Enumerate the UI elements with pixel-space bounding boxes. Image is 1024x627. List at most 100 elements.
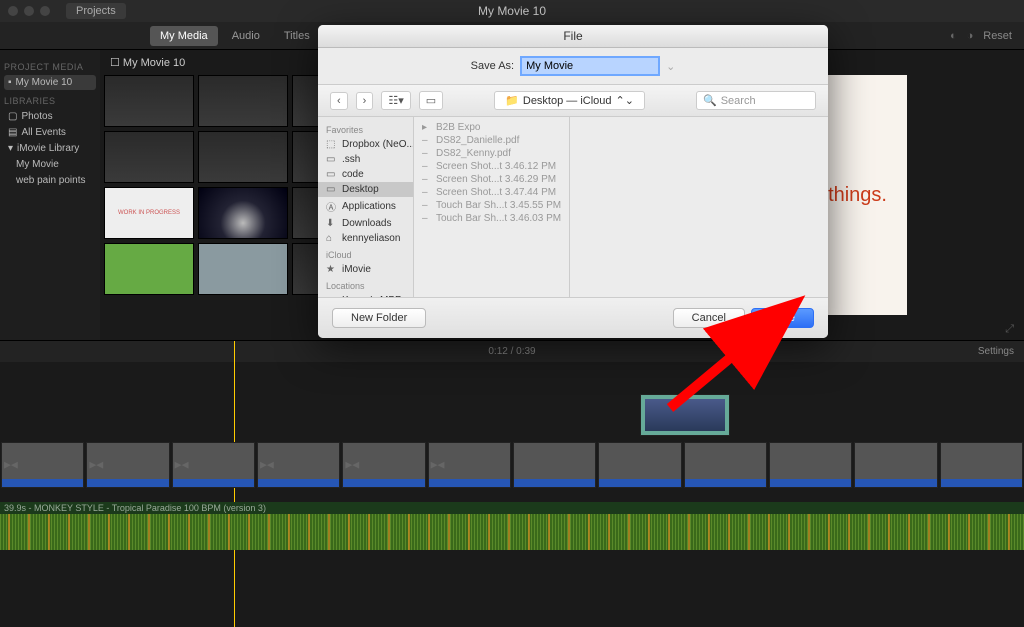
window-title: My Movie 10 xyxy=(478,4,546,18)
timeline-clip[interactable] xyxy=(598,442,681,488)
file-item[interactable]: –DS82_Danielle.pdf xyxy=(414,134,569,147)
transition-icon[interactable]: ▶◀ xyxy=(260,460,274,471)
sidebar-web-pain-points[interactable]: web pain points xyxy=(4,173,96,188)
project-icon: ▪ xyxy=(8,77,12,88)
video-track: ▶◀ ▶◀ ▶◀ ▶◀ ▶◀ ▶◀ xyxy=(0,442,1024,488)
file-item[interactable]: –Screen Shot...t 3.47.44 PM xyxy=(414,186,569,199)
sidebar-home[interactable]: ⌂kennyeliason xyxy=(318,231,413,246)
sidebar-photos[interactable]: ▢Photos xyxy=(4,109,96,124)
folder-icon: ▭ xyxy=(326,169,338,180)
transition-icon[interactable]: ▶◀ xyxy=(175,460,189,471)
new-folder-button[interactable]: New Folder xyxy=(332,308,426,328)
view-mode-button[interactable]: ☷▾ xyxy=(381,91,410,110)
home-icon: ⌂ xyxy=(326,233,338,244)
dialog-sidebar: Favorites ⬚Dropbox (NeO... ▭.ssh ▭code ▭… xyxy=(318,117,414,297)
nav-back-button[interactable]: ‹ xyxy=(330,92,348,110)
timeline-clip[interactable] xyxy=(513,442,596,488)
save-as-label: Save As: xyxy=(471,60,514,72)
clip-thumbnail[interactable] xyxy=(198,75,288,127)
playhead-line[interactable] xyxy=(234,362,235,627)
image-icon: – xyxy=(422,161,432,172)
folder-icon: 📁 xyxy=(505,94,519,107)
clip-thumbnail[interactable] xyxy=(198,243,288,295)
reset-button[interactable]: Reset xyxy=(983,30,1012,42)
dialog-title: File xyxy=(318,25,828,48)
timeline-clip[interactable]: ▶◀ xyxy=(428,442,511,488)
image-icon: – xyxy=(422,213,432,224)
libraries-header: LIBRARIES xyxy=(4,96,96,106)
clip-thumbnail[interactable] xyxy=(104,75,194,127)
file-item[interactable]: –Touch Bar Sh...t 3.46.03 PM xyxy=(414,212,569,225)
timeline-clip[interactable]: ▶◀ xyxy=(342,442,425,488)
clip-thumbnail[interactable] xyxy=(104,243,194,295)
sidebar-icloud-imovie[interactable]: ★iMovie xyxy=(318,262,413,277)
audio-clip-label: 39.9s - MONKEY STYLE - Tropical Paradise… xyxy=(0,502,1024,514)
sidebar-applications[interactable]: ⒶApplications xyxy=(318,197,413,216)
clip-thumbnail[interactable] xyxy=(198,187,288,239)
overlay-clip[interactable] xyxy=(640,394,730,436)
sidebar-imovie-library[interactable]: ▾ iMovie Library xyxy=(4,141,96,156)
transition-icon[interactable]: ▶◀ xyxy=(89,460,103,471)
timeline-clip[interactable] xyxy=(684,442,767,488)
timeline-settings[interactable]: Settings xyxy=(978,346,1014,357)
dialog-search[interactable]: 🔍Search xyxy=(696,91,816,110)
timeline-clip[interactable]: ▶◀ xyxy=(86,442,169,488)
color-icon[interactable]: ◑ xyxy=(967,30,974,42)
nav-fwd-button[interactable]: › xyxy=(356,92,374,110)
file-item[interactable]: –Touch Bar Sh...t 3.45.55 PM xyxy=(414,199,569,212)
cancel-button[interactable]: Cancel xyxy=(673,308,745,328)
file-item[interactable]: –Screen Shot...t 3.46.29 PM xyxy=(414,173,569,186)
desktop-icon: ▭ xyxy=(326,184,338,195)
sidebar-code[interactable]: ▭code xyxy=(318,167,413,182)
sidebar-my-movie[interactable]: My Movie xyxy=(4,157,96,172)
transition-icon[interactable]: ▶◀ xyxy=(431,460,445,471)
audio-track[interactable]: 39.9s - MONKEY STYLE - Tropical Paradise… xyxy=(0,502,1024,550)
projects-back-button[interactable]: Projects xyxy=(66,3,126,19)
playhead[interactable] xyxy=(234,341,235,362)
group-button[interactable]: ▭ xyxy=(419,91,443,110)
clip-thumbnail[interactable] xyxy=(104,131,194,183)
file-item[interactable]: –DS82_Kenny.pdf xyxy=(414,147,569,160)
save-dialog: File Save As: ⌄ ‹ › ☷▾ ▭ 📁Desktop — iClo… xyxy=(318,25,828,338)
sidebar-project[interactable]: ▪My Movie 10 xyxy=(4,75,96,90)
timeline-clip[interactable]: ▶◀ xyxy=(257,442,340,488)
sidebar-dropbox[interactable]: ⬚Dropbox (NeO... xyxy=(318,137,413,152)
location-popup[interactable]: 📁Desktop — iCloud ⌃⌄ xyxy=(494,91,645,110)
clip-thumbnail[interactable]: WORK IN PROGRESS xyxy=(104,187,194,239)
timeline[interactable]: ▶◀ ▶◀ ▶◀ ▶◀ ▶◀ ▶◀ 39.9s - MONKEY STYLE -… xyxy=(0,362,1024,627)
filename-input[interactable] xyxy=(520,56,660,76)
adjust-icon[interactable]: ◐ xyxy=(950,30,957,42)
image-icon: – xyxy=(422,174,432,185)
titlebar: Projects My Movie 10 xyxy=(0,0,1024,22)
sidebar-mbp[interactable]: ▭Kenny's MBP xyxy=(318,293,413,297)
timeline-clip[interactable] xyxy=(854,442,937,488)
transition-icon[interactable]: ▶◀ xyxy=(345,460,359,471)
timeline-clip[interactable] xyxy=(769,442,852,488)
sidebar-downloads[interactable]: ⬇Downloads xyxy=(318,216,413,231)
save-button[interactable]: Save xyxy=(751,308,814,328)
file-item[interactable]: ▸B2B Expo xyxy=(414,121,569,134)
search-icon: 🔍 xyxy=(703,94,717,107)
folder-icon: ▸ xyxy=(422,122,432,133)
clip-thumbnail[interactable] xyxy=(198,131,288,183)
sidebar-desktop[interactable]: ▭Desktop xyxy=(318,182,413,197)
tab-audio[interactable]: Audio xyxy=(222,26,270,46)
file-icon: – xyxy=(422,135,432,146)
timeline-clip[interactable]: ▶◀ xyxy=(172,442,255,488)
tab-titles[interactable]: Titles xyxy=(274,26,320,46)
audio-waveform[interactable] xyxy=(0,514,1024,550)
transition-icon[interactable]: ▶◀ xyxy=(4,460,18,471)
window-controls[interactable] xyxy=(8,6,50,16)
locations-header: Locations xyxy=(318,277,413,293)
expand-dialog-icon[interactable]: ⌄ xyxy=(666,60,675,73)
tab-my-media[interactable]: My Media xyxy=(150,26,218,46)
folder-icon: ▭ xyxy=(326,154,338,165)
sidebar-all-events[interactable]: ▤All Events xyxy=(4,125,96,140)
file-item[interactable]: –Screen Shot...t 3.46.12 PM xyxy=(414,160,569,173)
scrubber-bar: 0:12 / 0:39 Settings xyxy=(0,340,1024,362)
fullscreen-icon[interactable]: ⤢ xyxy=(1005,323,1014,336)
favorites-header: Favorites xyxy=(318,121,413,137)
timeline-clip[interactable] xyxy=(940,442,1023,488)
timeline-clip[interactable]: ▶◀ xyxy=(1,442,84,488)
sidebar-ssh[interactable]: ▭.ssh xyxy=(318,152,413,167)
